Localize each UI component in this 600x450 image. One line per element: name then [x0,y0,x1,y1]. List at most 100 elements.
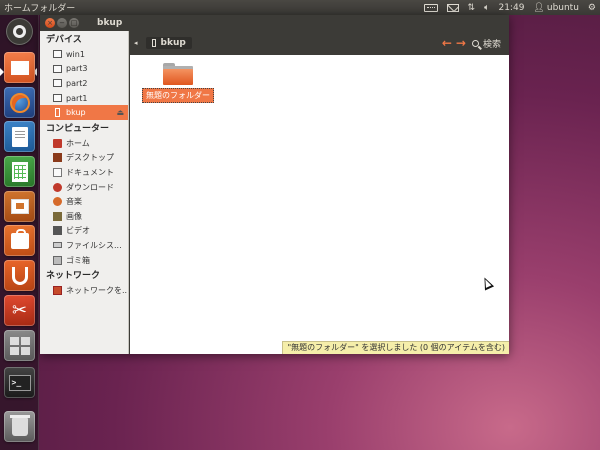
drive-icon [53,50,62,59]
sidebar-item-downloads[interactable]: ダウンロード [40,180,128,195]
downloads-icon [53,182,62,192]
sidebar-item-trash[interactable]: ゴミ箱 [40,253,128,268]
maximize-button[interactable]: □ [69,18,79,28]
path-toolbar: ◂ bkup ← → 検索 [130,31,509,55]
sidebar-item-part2[interactable]: part2 [40,76,128,91]
network-icon [53,286,62,296]
sidebar-item-label: part3 [66,64,88,74]
sidebar-item-part1[interactable]: part1 [40,91,128,106]
search-button[interactable]: 検索 [471,37,501,50]
sidebar-item-label: デスクトップ [66,153,114,163]
sidebar-item-label: part2 [66,78,88,88]
workspace-switcher-launcher[interactable] [4,330,35,361]
computer-header: コンピューター [46,123,110,134]
clock[interactable]: 21:49 [498,3,524,13]
file-manager-window: × − □ bkup デバイス win1 part3 part2 part1 b… [40,15,509,354]
sidebar-item-label: 音楽 [66,197,82,207]
breadcrumb-bkup[interactable]: bkup [145,37,192,49]
indicator-area: ⇅ 🔈︎ 21:49 👤︎ ubuntu ⚙ [423,3,600,13]
sidebar-item-label: win1 [66,49,85,59]
volume-icon[interactable]: 🔈︎ [484,3,489,13]
documents-icon [53,167,62,177]
gear-icon[interactable]: ⚙ [588,3,596,13]
home-folder-launcher[interactable] [4,52,35,83]
trash-icon [53,255,62,265]
places-sidebar: デバイス win1 part3 part2 part1 bkup ⏏ コンピュータ… [40,31,129,354]
home-icon [53,138,62,148]
close-button[interactable]: × [45,18,55,28]
firefox-launcher[interactable] [4,87,35,118]
sidebar-item-label: ゴミ箱 [66,255,90,265]
sidebar-item-bkup[interactable]: bkup ⏏ [40,105,128,120]
impress-icon [10,199,29,214]
back-button[interactable]: ← [442,36,452,50]
workspace-icon [9,336,30,355]
usb-drive-icon [151,39,156,47]
sidebar-item-network[interactable]: ネットワークを... [40,283,128,298]
system-settings-launcher[interactable]: ✂ [4,295,35,326]
folder-icon [163,63,193,85]
sidebar-item-documents[interactable]: ドキュメント [40,165,128,180]
file-view[interactable]: 無題のフォルダー "無題のフォルダー" を選択しました (0 個のアイテムを含む… [130,55,509,354]
sidebar-item-home[interactable]: ホーム [40,136,128,151]
user-menu[interactable]: 👤︎ ubuntu [533,3,579,13]
ubuntu-one-icon [11,266,28,285]
sidebar-item-win1[interactable]: win1 [40,47,128,62]
trash-launcher[interactable] [4,411,35,442]
sidebar-item-label: ドキュメント [66,167,114,177]
software-center-icon [10,228,29,249]
eject-icon[interactable]: ⏏ [116,108,124,117]
keyboard-icon[interactable] [423,3,438,12]
search-label: 検索 [482,39,501,50]
sidebar-item-filesystem[interactable]: ファイルシス... [40,238,128,253]
settings-icon: ✂ [11,299,28,321]
sidebar-item-label: part1 [66,93,88,103]
sidebar-item-pictures[interactable]: 画像 [40,209,128,224]
sidebar-item-music[interactable]: 音楽 [40,194,128,209]
calc-icon [11,161,28,182]
terminal-icon: >_ [8,374,31,391]
usb-drive-icon [55,108,60,118]
status-bar: "無題のフォルダー" を選択しました (0 個のアイテムを含む) [282,341,509,354]
sidebar-item-label: 画像 [66,211,82,221]
devices-header: デバイス [46,35,82,45]
network-header: ネットワーク [46,271,101,282]
impress-launcher[interactable] [4,191,35,222]
terminal-launcher[interactable]: >_ [4,367,35,398]
sidebar-item-videos[interactable]: ビデオ [40,224,128,239]
sidebar-item-label: ホーム [66,138,90,148]
ubuntu-one-launcher[interactable] [4,260,35,291]
software-center-launcher[interactable] [4,225,35,256]
top-panel-title: ホームフォルダー [4,4,76,14]
network-icon[interactable]: ⇅ [468,3,476,13]
sidebar-item-part3[interactable]: part3 [40,62,128,77]
desktop-icon [53,153,62,163]
sidebar-item-label: ダウンロード [66,182,114,192]
drive-icon [53,79,62,88]
window-titlebar[interactable]: × − □ bkup [40,15,509,31]
drive-icon [53,94,62,103]
user-name: ubuntu [546,2,579,13]
writer-launcher[interactable] [4,121,35,152]
dash-home-button[interactable] [6,18,33,45]
sidebar-item-desktop[interactable]: デスクトップ [40,151,128,166]
folder-name-label[interactable]: 無題のフォルダー [142,88,214,103]
sidebar-item-label: ネットワークを... [66,286,129,296]
calc-launcher[interactable] [4,156,35,187]
sidebar-item-label: ファイルシス... [66,240,122,250]
path-scroll-left-button[interactable]: ◂ [134,39,138,47]
search-icon [471,39,479,47]
trash-icon [9,414,30,436]
ubuntu-logo-icon [13,25,26,38]
writer-icon [11,126,28,147]
top-panel: ホームフォルダー ⇅ 🔈︎ 21:49 👤︎ ubuntu ⚙ [0,0,600,15]
launcher: ✂ >_ [0,15,39,450]
minimize-button[interactable]: − [57,18,67,28]
mail-icon[interactable] [446,3,459,12]
folder-home-icon [10,60,29,75]
forward-button[interactable]: → [456,36,466,50]
breadcrumb-label: bkup [160,38,186,48]
folder-item[interactable]: 無題のフォルダー [138,63,218,103]
drive-icon [53,64,62,73]
sidebar-item-label: bkup [66,108,86,118]
